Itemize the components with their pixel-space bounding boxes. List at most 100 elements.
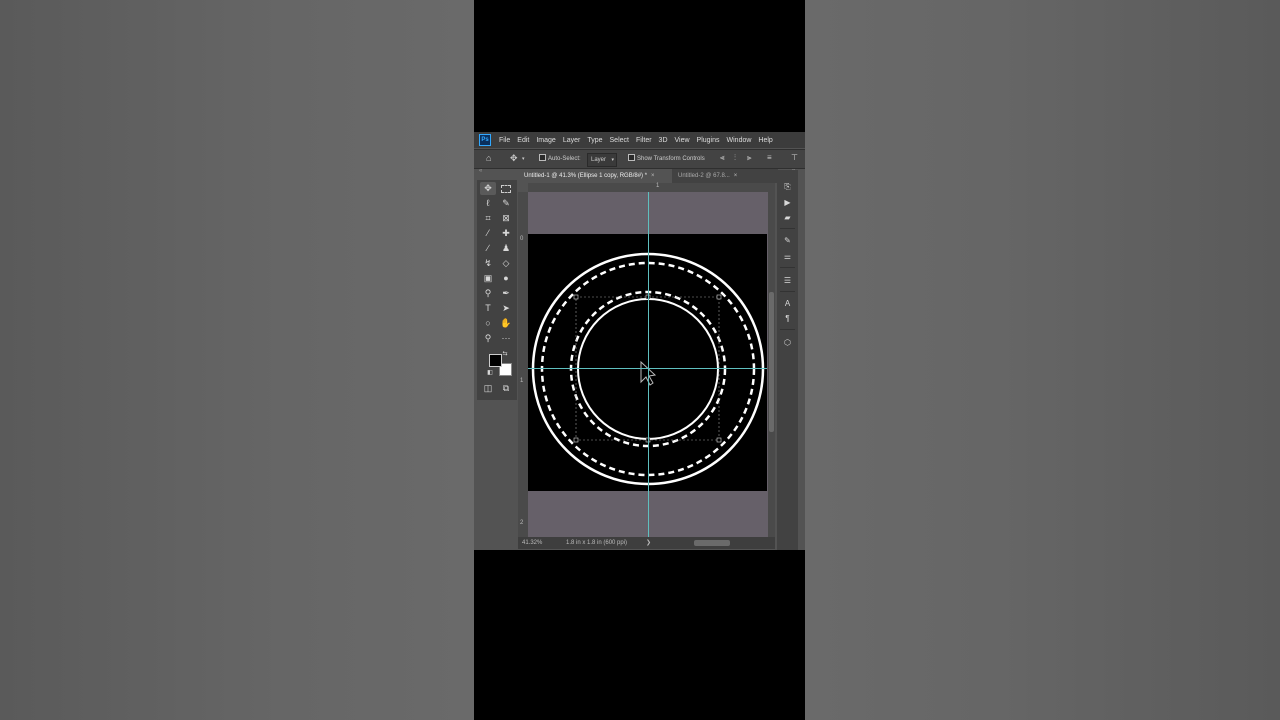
dodge-tool-icon[interactable]: ⚲	[480, 287, 496, 300]
comments-icon[interactable]: ▰	[777, 211, 798, 224]
quick-mask-icon[interactable]: ◫	[480, 382, 496, 395]
document-tabs: Untitled-1 @ 41.3% (Ellipse 1 copy, RGB/…	[518, 169, 778, 183]
checkbox-icon[interactable]	[539, 154, 546, 161]
panel-dock: ⎘ ▶ ▰ ✎ ⚌ ☰ A ¶ ⬡	[777, 170, 798, 550]
menu-view[interactable]: View	[675, 137, 690, 144]
eraser-tool-icon[interactable]: ◇	[498, 257, 514, 270]
3d-cube-icon[interactable]: ⬡	[777, 336, 798, 349]
align-top-icon[interactable]: ⊤	[791, 152, 798, 164]
path-select-tool-icon[interactable]: ➤	[498, 302, 514, 315]
type-tool-icon[interactable]: T	[480, 302, 496, 315]
ruler-mark: 1	[520, 378, 524, 384]
menu-file[interactable]: File	[499, 137, 510, 144]
tab-untitled-2[interactable]: Untitled-2 @ 67.8... ×	[672, 169, 768, 183]
quick-select-tool-icon[interactable]: ✎	[498, 197, 514, 210]
default-colors-icon[interactable]: ◧	[486, 369, 494, 377]
panel-divider	[780, 291, 795, 292]
paragraph-panel-icon[interactable]: ¶	[777, 312, 798, 325]
chevron-right-icon[interactable]: ❯	[646, 537, 651, 549]
collapse-toolbar-icon[interactable]: «	[479, 168, 482, 174]
eyedropper-tool-icon[interactable]: ⁄	[480, 227, 496, 240]
more-tools-icon[interactable]: ···	[498, 332, 514, 345]
distribute-icon[interactable]: ≡	[767, 152, 772, 164]
chevron-down-icon: ▾	[611, 157, 615, 163]
scrollbar-thumb[interactable]	[769, 292, 774, 432]
ellipse-tool-icon[interactable]: ○	[480, 317, 496, 330]
panel-divider	[780, 228, 795, 229]
show-transform-label: Show Transform Controls	[637, 156, 705, 162]
menu-help[interactable]: Help	[758, 137, 772, 144]
tab-label: Untitled-1 @ 41.3% (Ellipse 1 copy, RGB/…	[524, 173, 648, 179]
history-panel-icon[interactable]: ⎘	[777, 180, 798, 193]
vertical-guide[interactable]	[648, 192, 649, 537]
auto-select-value: Layer	[591, 157, 607, 163]
blurred-background-left	[0, 0, 474, 720]
menu-edit[interactable]: Edit	[517, 137, 529, 144]
tab-label: Untitled-2 @ 67.8...	[678, 173, 730, 179]
align-center-icon[interactable]: ⫶	[734, 152, 736, 164]
zoom-level[interactable]: 41.32%	[522, 537, 542, 549]
character-panel-icon[interactable]: A	[777, 297, 798, 310]
vertical-scrollbar[interactable]	[768, 192, 775, 537]
panel-divider	[780, 329, 795, 330]
crop-tool-icon[interactable]: ⌗	[480, 212, 496, 225]
transform-handle[interactable]	[573, 437, 579, 443]
menu-layer[interactable]: Layer	[563, 137, 581, 144]
menu-plugins[interactable]: Plugins	[697, 137, 720, 144]
transform-handle[interactable]	[573, 294, 579, 300]
options-bar: ⌂ ✥ ▾ Auto-Select: Layer ▾ Show Transform…	[474, 149, 805, 169]
hand-tool-icon[interactable]: ✋	[498, 317, 514, 330]
chevron-down-icon[interactable]: ▾	[522, 153, 525, 165]
actions-play-icon[interactable]: ▶	[777, 196, 798, 209]
video-frame: Ps File Edit Image Layer Type Select Fil…	[474, 0, 805, 720]
ruler-mark: 2	[520, 520, 524, 526]
horizontal-scrollbar-thumb[interactable]	[694, 540, 730, 546]
close-icon[interactable]: ×	[651, 173, 655, 179]
menu-image[interactable]: Image	[536, 137, 555, 144]
move-tool-preset-icon[interactable]: ✥	[510, 152, 518, 164]
stamp-tool-icon[interactable]: ♟	[498, 242, 514, 255]
brush-tool-icon[interactable]: ∕	[480, 242, 496, 255]
menu-select[interactable]: Select	[610, 137, 629, 144]
show-transform-checkbox[interactable]: Show Transform Controls	[628, 153, 705, 165]
ruler-mark: 0	[520, 236, 524, 242]
gradient-tool-icon[interactable]: ▣	[480, 272, 496, 285]
menu-3d[interactable]: 3D	[659, 137, 668, 144]
align-left-icon[interactable]: ⫷	[720, 152, 725, 164]
lasso-tool-icon[interactable]: ℓ	[480, 197, 496, 210]
align-right-icon[interactable]: ⫸	[747, 152, 752, 164]
properties-icon[interactable]: ☰	[777, 274, 798, 287]
marquee-tool-icon[interactable]	[498, 182, 514, 195]
history-brush-tool-icon[interactable]: ↯	[480, 257, 496, 270]
screen-mode-icon[interactable]: ⧉	[498, 382, 514, 395]
status-bar: 41.32% 1.8 in x 1.8 in (600 ppi) ❯	[518, 537, 775, 549]
healing-tool-icon[interactable]: ✚	[498, 227, 514, 240]
brushes-panel-icon[interactable]: ✎	[777, 234, 798, 247]
frame-tool-icon[interactable]: ⊠	[498, 212, 514, 225]
menu-window[interactable]: Window	[727, 137, 752, 144]
move-tool-icon[interactable]: ✥	[480, 182, 496, 195]
auto-select-checkbox[interactable]: Auto-Select:	[539, 153, 581, 165]
photoshop-logo-icon: Ps	[479, 134, 491, 146]
transform-handle[interactable]	[716, 437, 722, 443]
panel-divider	[780, 267, 795, 268]
auto-select-dropdown[interactable]: Layer ▾	[587, 153, 618, 167]
menu-type[interactable]: Type	[587, 137, 602, 144]
horizontal-guide[interactable]	[528, 368, 767, 369]
home-icon[interactable]: ⌂	[486, 152, 491, 164]
close-icon[interactable]: ×	[734, 173, 738, 179]
tools-panel: ✥ ℓ ✎ ⌗ ⊠ ⁄ ✚ ∕ ♟ ↯ ◇ ▣ ● ⚲ ✒ T ➤ ○ ✋ ⚲ …	[477, 180, 517, 400]
checkbox-icon[interactable]	[628, 154, 635, 161]
blur-tool-icon[interactable]: ●	[498, 272, 514, 285]
transform-handle[interactable]	[716, 294, 722, 300]
tab-untitled-1[interactable]: Untitled-1 @ 41.3% (Ellipse 1 copy, RGB/…	[518, 169, 672, 183]
photoshop-window: Ps File Edit Image Layer Type Select Fil…	[474, 132, 805, 550]
document-info: 1.8 in x 1.8 in (600 ppi)	[566, 540, 628, 546]
pen-tool-icon[interactable]: ✒	[498, 287, 514, 300]
swap-colors-icon[interactable]: ⇆	[501, 350, 509, 358]
zoom-tool-icon[interactable]: ⚲	[480, 332, 496, 345]
adjustments-icon[interactable]: ⚌	[777, 250, 798, 263]
menu-filter[interactable]: Filter	[636, 137, 652, 144]
menu-bar: Ps File Edit Image Layer Type Select Fil…	[474, 132, 805, 148]
canvas-workspace[interactable]	[528, 192, 768, 537]
